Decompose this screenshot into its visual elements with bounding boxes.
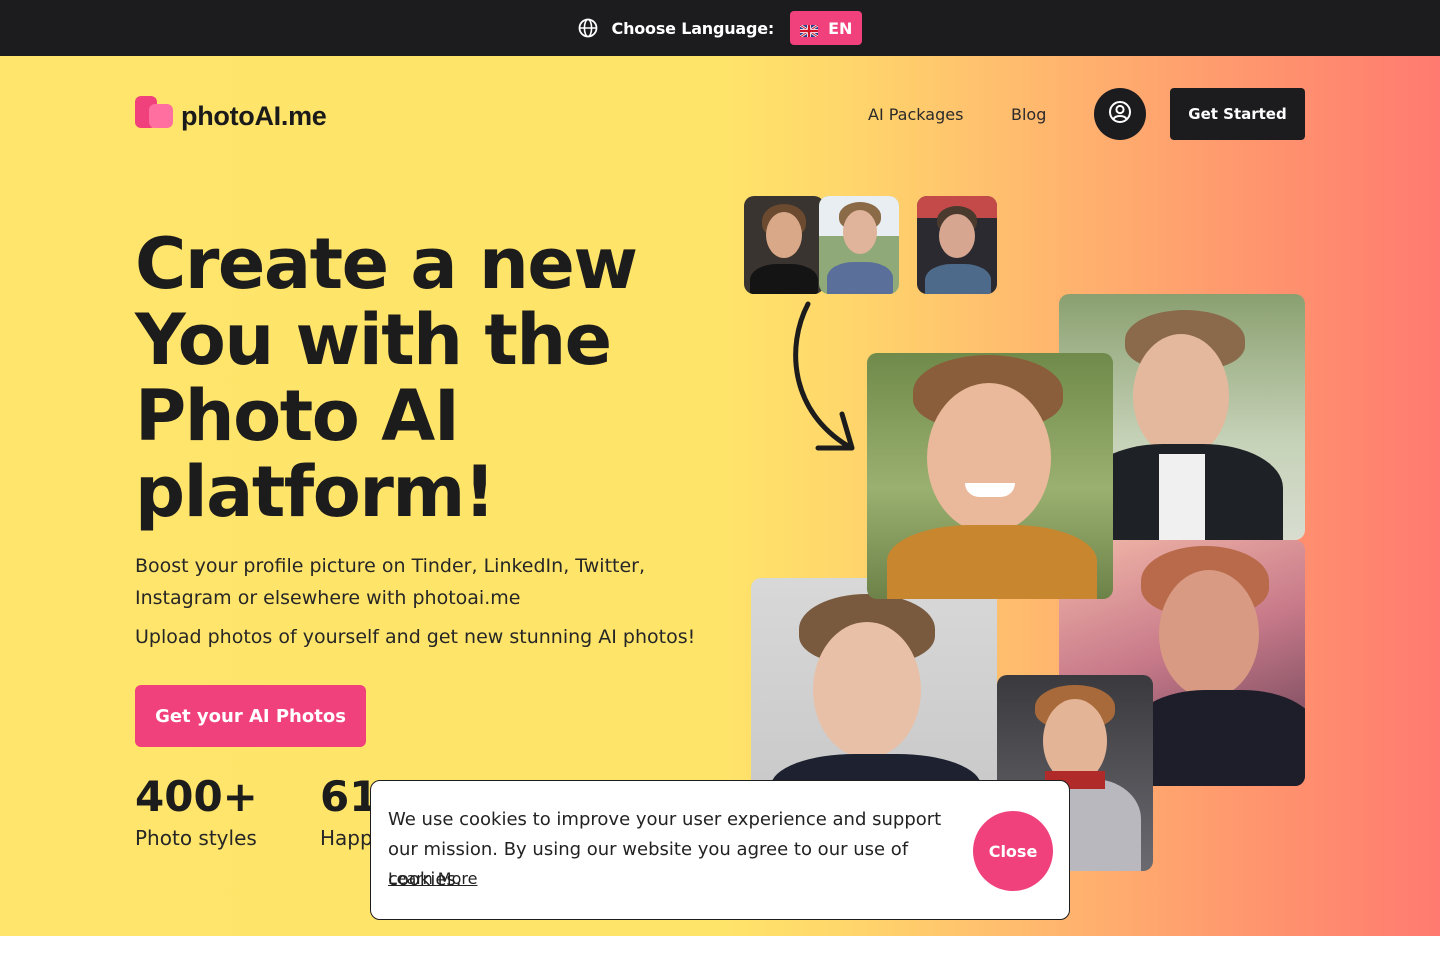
hero-section: photoAI.me AI Packages Blog Get Started …: [0, 56, 1440, 936]
input-selfie-3: [917, 196, 997, 294]
language-bar: Choose Language: EN: [0, 0, 1440, 56]
logo-mark-icon: [135, 94, 177, 130]
language-selector-button[interactable]: EN: [790, 11, 863, 45]
nav-ai-packages-link[interactable]: AI Packages: [868, 105, 963, 124]
account-button[interactable]: [1094, 88, 1146, 140]
language-label: Choose Language:: [611, 18, 775, 38]
page-bottom-strip: [0, 936, 1440, 960]
uk-flag-icon: [799, 22, 819, 39]
logo-text: photoAI.me: [181, 101, 327, 131]
globe-icon: [578, 18, 598, 38]
hero-headline: Create a new You with the Photo AI platf…: [135, 223, 638, 533]
input-selfie-2: [819, 196, 899, 294]
cookie-banner: We use cookies to improve your user expe…: [370, 780, 1070, 920]
logo[interactable]: photoAI.me: [135, 94, 327, 130]
stat-number: 400+: [135, 772, 258, 821]
user-circle-icon: [1108, 100, 1132, 128]
hero-subtitle: Boost your profile picture on Tinder, Li…: [135, 555, 646, 609]
get-started-button[interactable]: Get Started: [1170, 88, 1305, 140]
language-code: EN: [828, 18, 853, 38]
cookie-close-button[interactable]: Close: [973, 811, 1053, 891]
nav-blog-link[interactable]: Blog: [1011, 105, 1046, 124]
cookie-learn-more-link[interactable]: Learn More: [388, 869, 477, 888]
stat-photo-styles: 400+ Photo styles: [135, 772, 258, 851]
get-ai-photos-button[interactable]: Get your AI Photos: [135, 685, 366, 747]
ai-photo-smiling: [867, 353, 1113, 599]
input-selfie-1: [744, 196, 824, 294]
stat-label: Photo styles: [135, 826, 257, 850]
curved-arrow-icon: [780, 296, 860, 470]
hero-subtitle-secondary: Upload photos of yourself and get new st…: [135, 626, 696, 648]
ai-photo-suit: [751, 578, 997, 808]
